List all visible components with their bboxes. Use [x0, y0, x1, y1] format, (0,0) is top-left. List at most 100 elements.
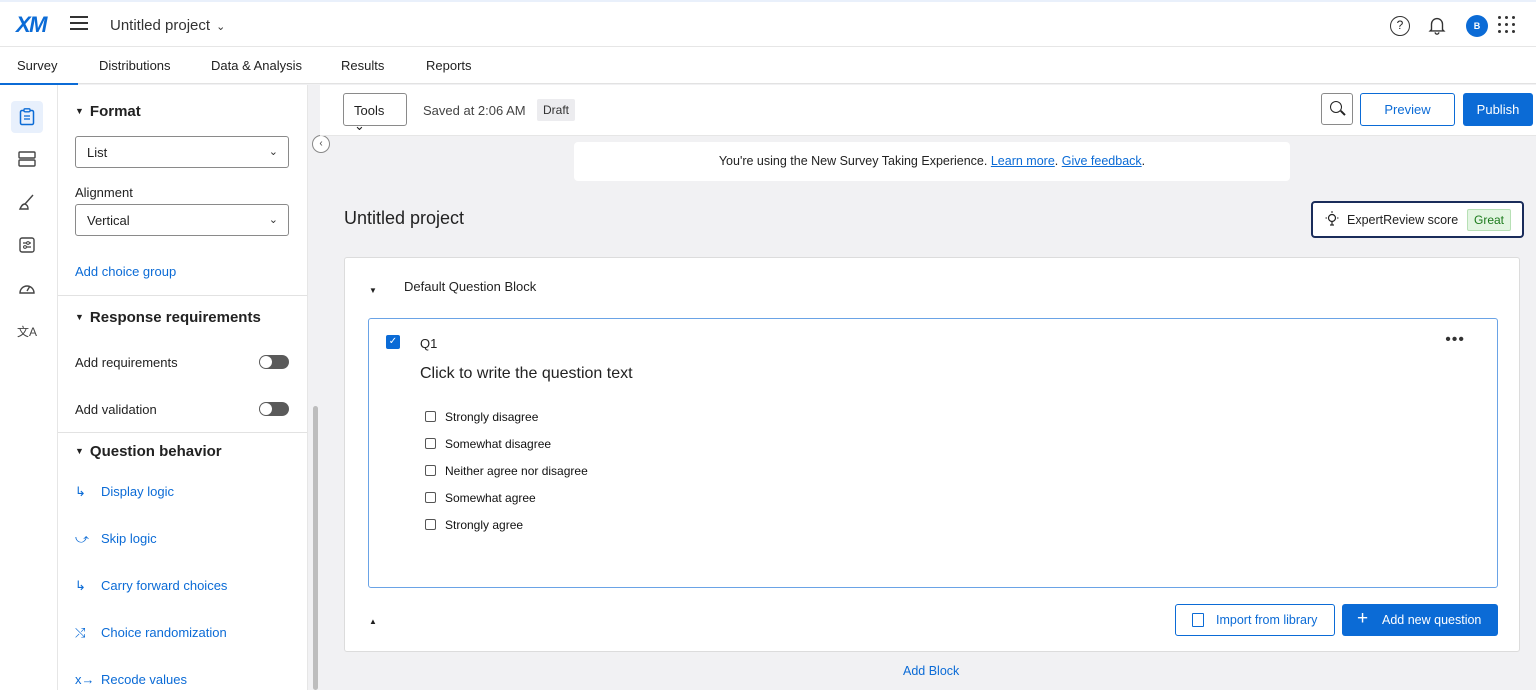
choice-label: Strongly disagree	[445, 410, 539, 424]
apps-grid-icon[interactable]	[1498, 16, 1516, 34]
brush-icon[interactable]	[15, 190, 39, 214]
avatar[interactable]: B	[1466, 15, 1488, 37]
display-logic-label: Display logic	[101, 484, 174, 499]
choice-checkbox[interactable]	[425, 492, 436, 503]
add-validation-toggle[interactable]	[259, 402, 289, 416]
saved-status: Saved at 2:06 AM	[423, 103, 526, 118]
notice-text: You're using the New Survey Taking Exper…	[718, 154, 991, 168]
skip-logic-label: Skip logic	[101, 531, 157, 546]
tab-distributions[interactable]: Distributions	[99, 58, 171, 73]
bell-icon[interactable]	[1426, 14, 1448, 36]
preview-button[interactable]: Preview	[1360, 93, 1455, 126]
search-button[interactable]	[1321, 93, 1353, 125]
page-title: Untitled project	[344, 208, 465, 228]
alignment-select[interactable]: Vertical ⌄	[75, 204, 289, 236]
lightbulb-icon	[1325, 211, 1339, 230]
project-title-dropdown[interactable]: Untitled project ⌄	[110, 17, 225, 34]
tab-data-analysis[interactable]: Data & Analysis	[211, 58, 302, 73]
choice-checkbox[interactable]	[425, 519, 436, 530]
caret-down-icon: ▼	[75, 446, 84, 456]
collapse-block-icon[interactable]: ▼	[369, 286, 377, 295]
question-text[interactable]: Click to write the question text	[420, 365, 633, 383]
choice-label: Somewhat disagree	[445, 437, 552, 451]
add-new-question-button[interactable]: + Add new question	[1342, 604, 1498, 636]
expert-review-button[interactable]: ExpertReview score Great	[1311, 201, 1524, 238]
question-checkbox[interactable]: ✓	[386, 335, 400, 349]
caret-down-icon: ▼	[75, 312, 84, 322]
tab-results[interactable]: Results	[341, 58, 384, 73]
nav-tabs: Survey Distributions Data & Analysis Res…	[0, 47, 1536, 85]
panel-scrollbar-thumb[interactable]	[313, 406, 318, 690]
tab-reports[interactable]: Reports	[426, 58, 472, 73]
response-requirements-header[interactable]: ▼ Response requirements	[75, 309, 261, 326]
book-icon	[1192, 613, 1204, 627]
add-validation-label: Add validation	[75, 402, 157, 417]
choice-item[interactable]: Somewhat agree	[425, 491, 536, 505]
hamburger-menu-icon[interactable]	[70, 16, 88, 30]
project-title: Untitled project	[110, 17, 211, 34]
carry-forward-label: Carry forward choices	[101, 578, 228, 593]
choice-item[interactable]: Neither agree nor disagree	[425, 464, 588, 478]
question-behavior-header[interactable]: ▼ Question behavior	[75, 443, 222, 460]
top-header: XM Untitled project ⌄ ? B	[0, 0, 1536, 47]
tools-label: Tools	[354, 103, 385, 118]
add-choice-group-link[interactable]: Add choice group	[75, 264, 176, 279]
choice-checkbox[interactable]	[425, 438, 436, 449]
publish-button[interactable]: Publish	[1463, 93, 1533, 126]
collapse-up-icon[interactable]: ▲	[369, 617, 377, 626]
survey-options-icon[interactable]	[15, 233, 39, 257]
draft-badge: Draft	[537, 99, 576, 121]
format-select[interactable]: List ⌄	[75, 136, 289, 168]
chevron-down-icon: ⌄	[268, 214, 278, 226]
choice-item[interactable]: Somewhat disagree	[425, 437, 551, 451]
add-requirements-label: Add requirements	[75, 355, 178, 370]
notice-end: .	[1141, 154, 1146, 168]
question-block: ▼ Default Question Block ✓ Q1 ••• Click …	[344, 257, 1520, 652]
more-options-icon[interactable]: •••	[1445, 331, 1465, 349]
choice-item[interactable]: Strongly disagree	[425, 410, 538, 424]
skip-logic-link[interactable]: ⤻ Skip logic	[75, 531, 157, 547]
question-number: Q1	[420, 336, 438, 351]
import-label: Import from library	[1216, 613, 1318, 627]
question-settings-panel: ▼ Format List ⌄ Alignment Vertical ⌄ Add ch…	[58, 85, 308, 690]
choice-randomization-link[interactable]: ⤭ Choice randomization	[75, 625, 227, 641]
gauge-icon[interactable]	[15, 276, 39, 300]
translate-icon[interactable]: 文A	[15, 319, 39, 343]
recode-values-link[interactable]: x→ Recode values	[75, 672, 187, 687]
help-icon[interactable]: ?	[1390, 16, 1410, 36]
add-block-link[interactable]: Add Block	[903, 664, 959, 678]
carry-forward-icon: ↳	[75, 578, 86, 593]
choice-checkbox[interactable]	[425, 465, 436, 476]
format-section-header[interactable]: ▼ Format	[75, 103, 141, 120]
recode-label: Recode values	[101, 672, 187, 687]
tools-button[interactable]: Tools ⌄	[343, 93, 407, 133]
expert-score-badge: Great	[1467, 209, 1512, 231]
import-from-library-button[interactable]: Import from library	[1175, 604, 1335, 636]
alignment-label: Alignment	[75, 185, 133, 200]
collapse-panel-icon[interactable]: ‹	[312, 135, 330, 153]
add-question-label: Add new question	[1382, 613, 1482, 627]
block-title[interactable]: Default Question Block	[404, 279, 536, 294]
chevron-down-icon: ⌄	[268, 146, 278, 158]
response-title: Response requirements	[89, 309, 261, 326]
survey-clipboard-icon[interactable]	[11, 101, 43, 133]
divider	[58, 295, 307, 296]
tab-survey[interactable]: Survey	[0, 58, 80, 85]
choice-checkbox[interactable]	[425, 411, 436, 422]
give-feedback-link[interactable]: Give feedback	[1062, 154, 1142, 168]
carry-forward-link[interactable]: ↳ Carry forward choices	[75, 578, 227, 594]
format-title: Format	[89, 103, 141, 120]
choice-item[interactable]: Strongly agree	[425, 518, 523, 532]
question-card[interactable]: ✓ Q1 ••• Click to write the question tex…	[368, 318, 1498, 588]
new-experience-notice: You're using the New Survey Taking Exper…	[574, 142, 1290, 181]
choice-label: Strongly agree	[445, 518, 524, 532]
chevron-down-icon: ⌄	[216, 21, 226, 33]
display-logic-link[interactable]: ↳ Display logic	[75, 484, 174, 500]
display-logic-icon: ↳	[75, 484, 86, 499]
add-requirements-toggle[interactable]	[259, 355, 289, 369]
shuffle-icon: ⤭	[75, 625, 86, 640]
survey-toolbar: Tools ⌄ Saved at 2:06 AM Draft Preview P…	[320, 85, 1536, 136]
blocks-icon[interactable]	[15, 147, 39, 171]
learn-more-link[interactable]: Learn more	[991, 154, 1055, 168]
xm-logo[interactable]: XM	[16, 12, 48, 38]
